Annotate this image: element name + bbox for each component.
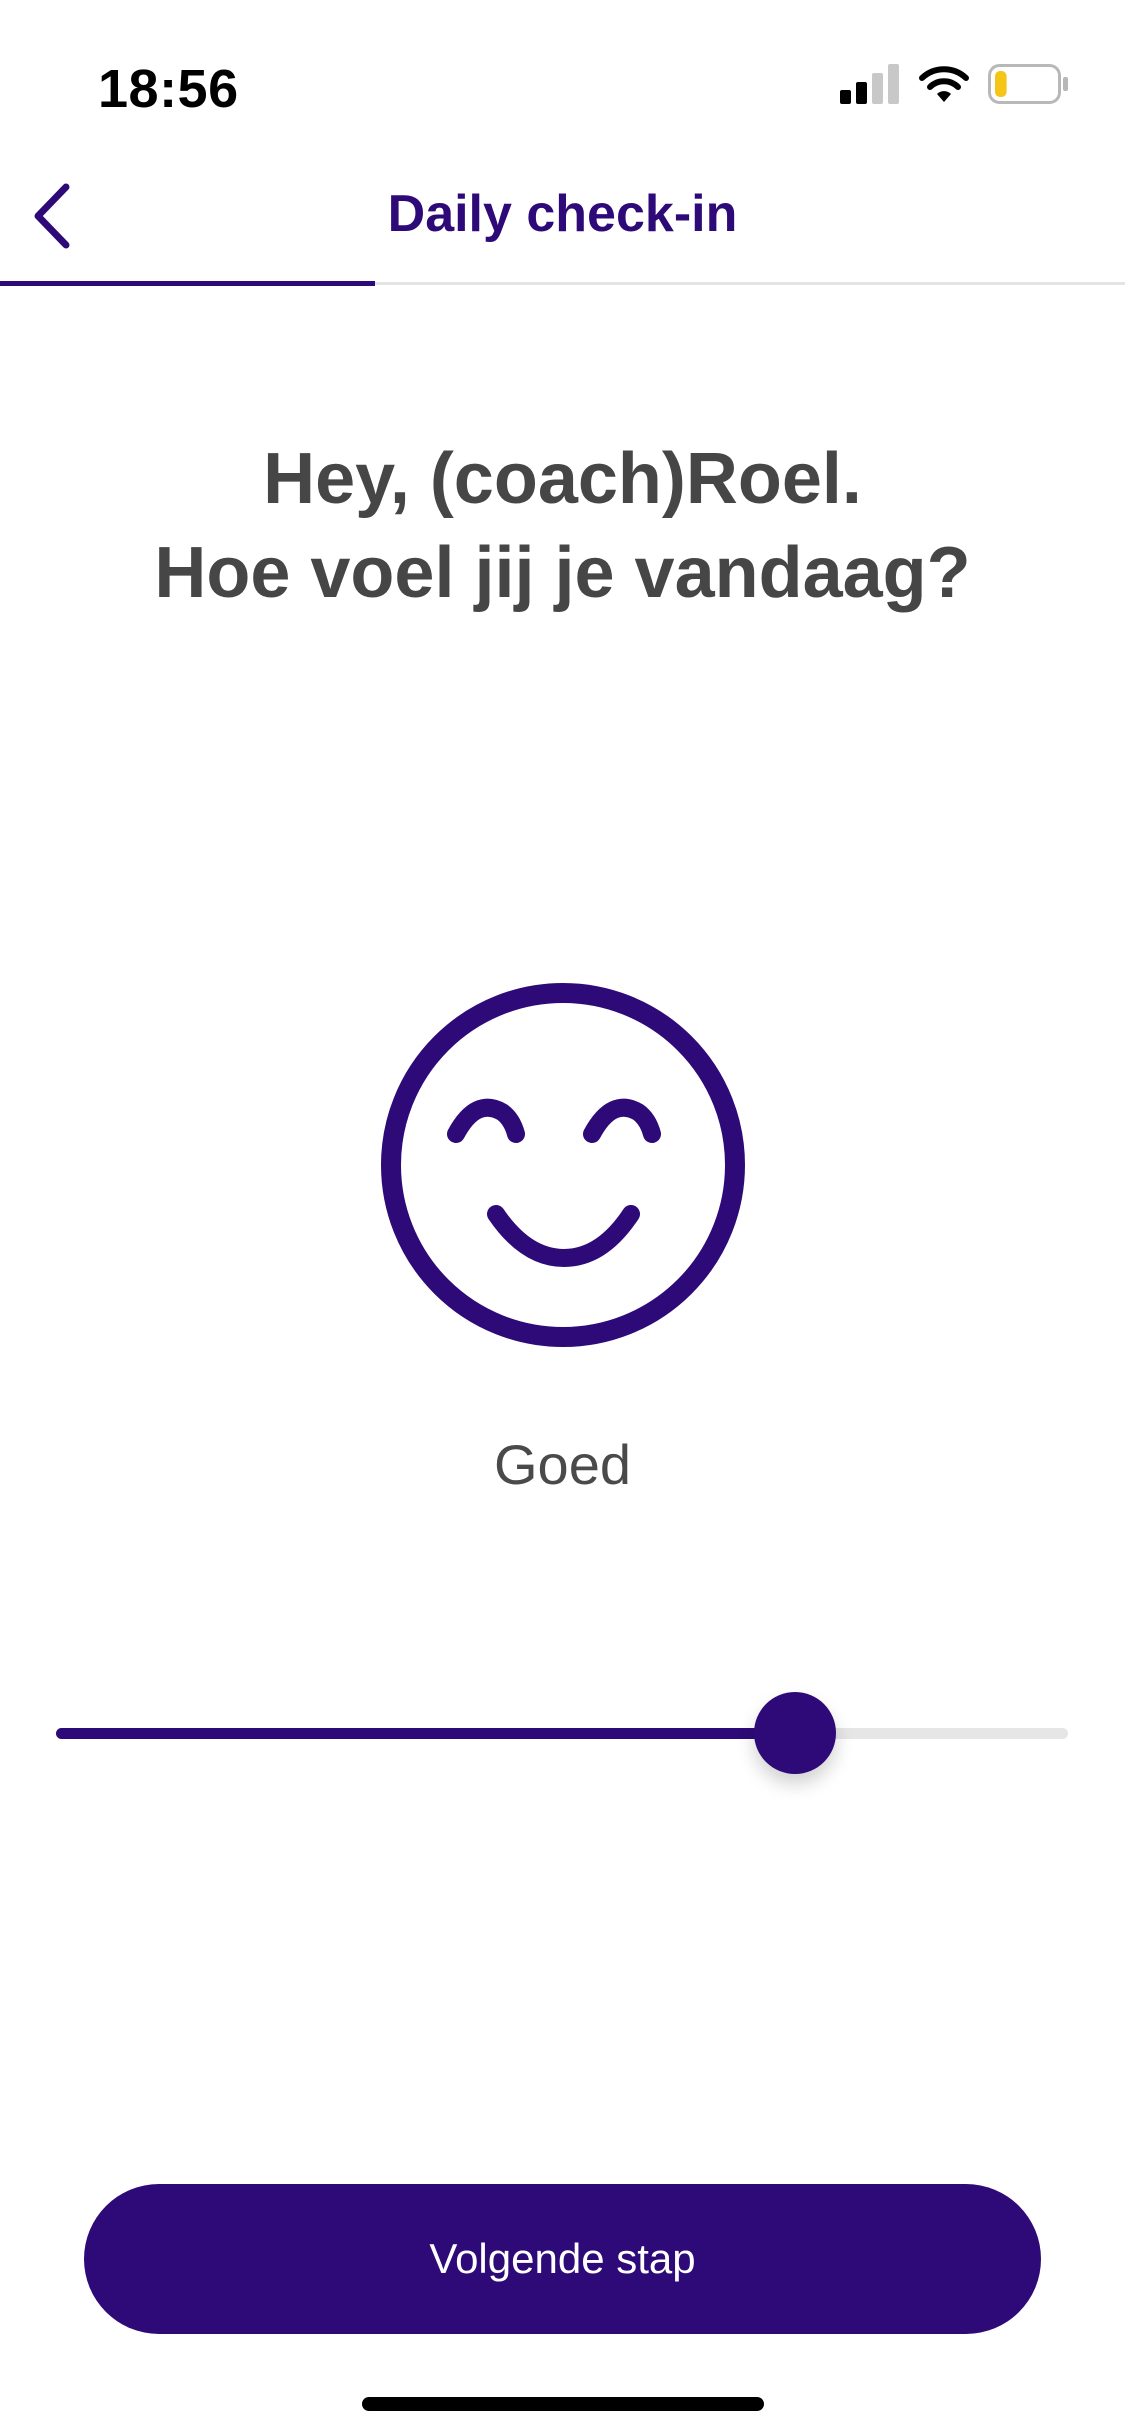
checkin-progress-fill [0,281,375,286]
home-indicator [362,2397,764,2411]
mood-slider[interactable] [56,1690,1068,1776]
mood-label: Goed [494,1433,631,1496]
wifi-icon [918,64,970,109]
page-title: Daily check-in [387,185,738,243]
slider-fill [56,1728,795,1739]
question-line-2: Hoe voel jij je vandaag? [154,533,971,613]
checkin-progress-bar [0,281,1125,286]
cellular-signal-icon [840,63,900,109]
checkin-question: Hey, (coach)Roel. Hoe voel jij je vandaa… [0,432,1125,620]
daily-checkin-screen: 18:56 Daily check-in Hey, (coach)Roel. H… [0,0,1125,2436]
slider-thumb[interactable] [753,1692,836,1774]
smiley-face-icon [380,982,746,1348]
battery-icon [988,63,1070,109]
status-time: 18:56 [98,59,239,119]
question-line-1: Hey, (coach)Roel. [263,439,862,519]
status-icons [840,62,1070,110]
next-step-button[interactable]: Volgende stap [84,2184,1041,2334]
